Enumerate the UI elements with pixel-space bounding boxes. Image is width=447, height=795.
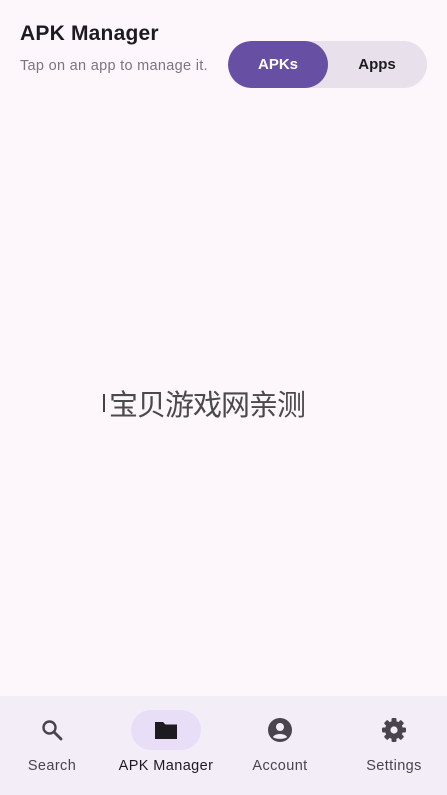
bottom-navigation: Search APK Manager Account Settings	[0, 696, 447, 795]
text-cursor	[103, 394, 105, 412]
search-icon	[42, 720, 63, 741]
folder-icon	[155, 722, 177, 739]
nav-label-account: Account	[252, 758, 308, 774]
tab-apps[interactable]: Apps	[327, 41, 427, 88]
nav-label-settings: Settings	[366, 758, 422, 774]
nav-search-indicator	[17, 710, 87, 750]
nav-item-account[interactable]: Account	[240, 696, 320, 795]
watermark: 宝贝游戏网亲测	[103, 383, 343, 423]
nav-item-settings[interactable]: Settings	[354, 696, 434, 795]
nav-label-apk-manager: APK Manager	[118, 758, 214, 774]
apks-apps-toggle: APKs Apps	[228, 41, 427, 88]
nav-item-search[interactable]: Search	[12, 696, 92, 795]
nav-account-indicator	[245, 710, 315, 750]
gear-icon	[382, 718, 406, 742]
nav-label-search: Search	[27, 758, 77, 774]
tab-apps-label: Apps	[358, 56, 396, 73]
nav-settings-indicator	[359, 710, 429, 750]
apk-manager-screen: APK Manager Tap on an app to manage it. …	[0, 0, 447, 795]
tab-apks-label: APKs	[257, 56, 298, 73]
nav-item-apk-manager[interactable]: APK Manager	[111, 696, 221, 795]
nav-active-indicator	[131, 710, 201, 750]
tab-apks[interactable]: APKs	[228, 41, 328, 88]
page-title: APK Manager	[20, 22, 159, 45]
account-circle-icon	[268, 718, 292, 742]
page-subtitle: Tap on an app to manage it.	[20, 58, 208, 74]
watermark-text: 宝贝游戏网亲测	[109, 388, 306, 422]
